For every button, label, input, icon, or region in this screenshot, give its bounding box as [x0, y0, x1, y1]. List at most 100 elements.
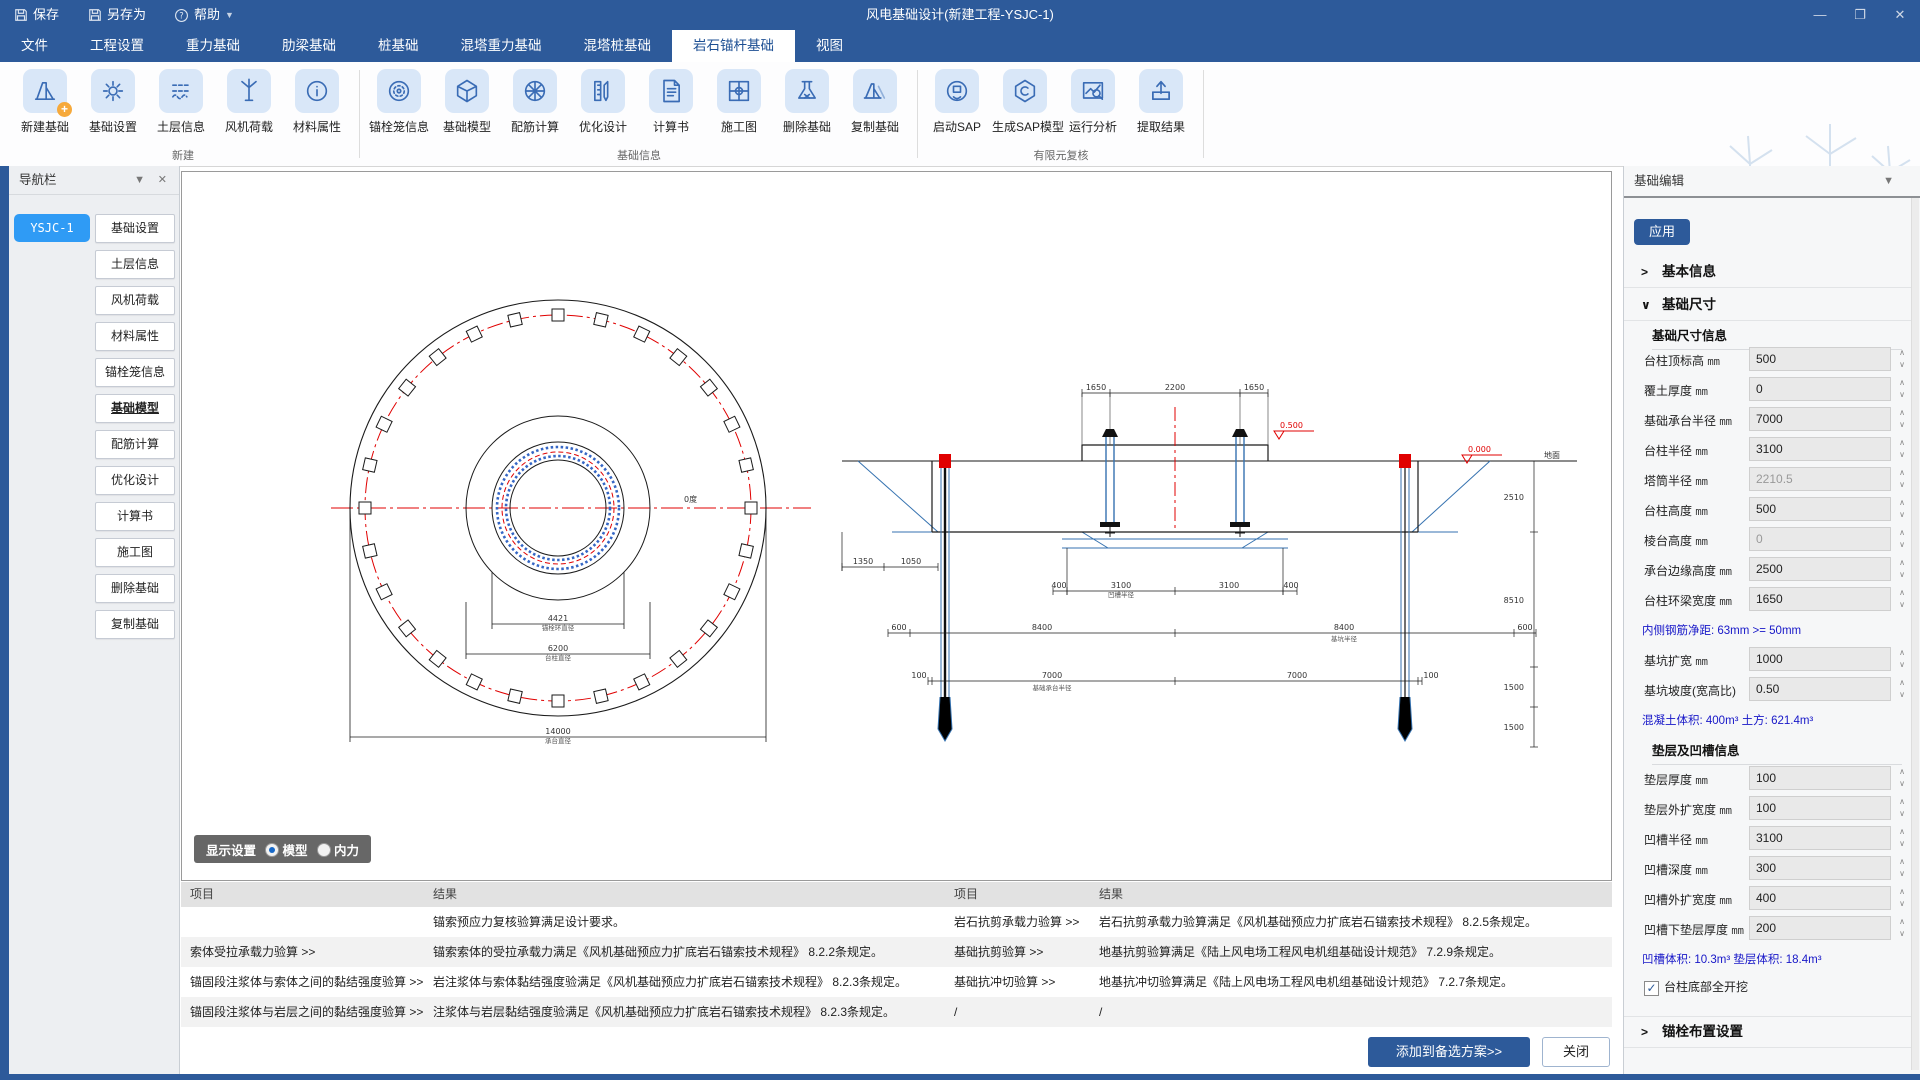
result-item-cell[interactable]: 岩石抗剪承载力验算 >> [945, 907, 1090, 937]
ribbon-button-基础模型[interactable]: 基础模型 [434, 69, 500, 135]
sidebar-item-优化设计[interactable]: 优化设计 [95, 466, 175, 495]
ribbon-button-优化设计[interactable]: 优化设计 [570, 69, 636, 135]
result-item-cell[interactable]: 索体受拉承载力验算 >> [181, 937, 424, 967]
field-input-基坑扩宽[interactable]: 1000 [1749, 647, 1891, 671]
field-input-承台边缘高度[interactable]: 2500 [1749, 557, 1891, 581]
section-foundation-dims[interactable]: ∨ 基础尺寸 [1624, 290, 1914, 321]
sidebar-item-复制基础[interactable]: 复制基础 [95, 610, 175, 639]
field-input-基础承台半径[interactable]: 7000 [1749, 407, 1891, 431]
result-item-cell[interactable]: 锚索预应力复核验算 >> [181, 907, 424, 937]
sidebar-item-锚栓笼信息[interactable]: 锚栓笼信息 [95, 358, 175, 387]
field-spinner[interactable]: ∧∨ [1896, 557, 1908, 581]
ribbon-button-施工图[interactable]: 施工图 [706, 69, 772, 135]
field-spinner[interactable]: ∧∨ [1896, 377, 1908, 401]
field-spinner[interactable]: ∧∨ [1896, 437, 1908, 461]
close-panel-icon[interactable]: ✕ [158, 166, 167, 194]
field-input-基坑坡度(宽高比)[interactable]: 0.50 [1749, 677, 1891, 701]
radio-model[interactable]: 模型 [265, 840, 308, 859]
ribbon-button-新建基础[interactable]: +新建基础 [12, 69, 78, 135]
ribbon-button-提取结果[interactable]: 提取结果 [1128, 69, 1194, 135]
sidebar-item-删除基础[interactable]: 删除基础 [95, 574, 175, 603]
project-tab[interactable]: YSJC-1 [14, 214, 90, 242]
result-item-cell[interactable]: 锚固段注浆体与岩层之间的黏结强度验算 >> [181, 997, 424, 1027]
field-spinner[interactable]: ∧∨ [1896, 826, 1908, 850]
menu-tab-岩石锚杆基础[interactable]: 岩石锚杆基础 [672, 30, 795, 62]
close-dialog-button[interactable]: 关闭 [1542, 1037, 1610, 1067]
sidebar-item-土层信息[interactable]: 土层信息 [95, 250, 175, 279]
restore-button[interactable]: ❐ [1840, 0, 1880, 30]
field-spinner[interactable]: ∧∨ [1896, 347, 1908, 371]
ribbon-button-删除基础[interactable]: 删除基础 [774, 69, 840, 135]
field-input-塔筒半径[interactable]: 2210.5 [1749, 467, 1891, 491]
field-input-凹槽深度[interactable]: 300 [1749, 856, 1891, 880]
menu-tab-视图[interactable]: 视图 [795, 30, 864, 62]
result-item-cell[interactable]: 基础抗冲切验算 >> [945, 967, 1090, 997]
ribbon-button-运行分析[interactable]: 运行分析 [1060, 69, 1126, 135]
section-anchor-layout[interactable]: > 锚栓布置设置 [1624, 1016, 1914, 1048]
field-spinner[interactable]: ∧∨ [1896, 796, 1908, 820]
menu-tab-混塔桩基础[interactable]: 混塔桩基础 [563, 30, 673, 62]
field-spinner[interactable]: ∧∨ [1896, 856, 1908, 880]
add-to-alternatives-button[interactable]: 添加到备选方案>> [1368, 1037, 1530, 1067]
ribbon-button-基础设置[interactable]: 基础设置 [80, 69, 146, 135]
field-spinner[interactable]: ∧∨ [1896, 677, 1908, 701]
sidebar-item-配筋计算[interactable]: 配筋计算 [95, 430, 175, 459]
menu-tab-桩基础[interactable]: 桩基础 [357, 30, 440, 62]
field-input-覆土厚度[interactable]: 0 [1749, 377, 1891, 401]
rebar-spacing-note: 内侧钢筋净距: 63mm >= 50mm [1642, 622, 1801, 638]
sidebar-item-风机荷载[interactable]: 风机荷载 [95, 286, 175, 315]
menu-tab-重力基础[interactable]: 重力基础 [165, 30, 261, 62]
field-spinner[interactable]: ∧∨ [1896, 916, 1908, 940]
field-input-凹槽半径[interactable]: 3100 [1749, 826, 1891, 850]
ribbon-button-计算书[interactable]: 计算书 [638, 69, 704, 135]
sidebar-item-基础模型[interactable]: 基础模型 [95, 394, 175, 423]
sidebar-item-计算书[interactable]: 计算书 [95, 502, 175, 531]
field-input-台柱环梁宽度[interactable]: 1650 [1749, 587, 1891, 611]
field-input-棱台高度[interactable]: 0 [1749, 527, 1891, 551]
ribbon-button-土层信息[interactable]: 土层信息 [148, 69, 214, 135]
field-spinner[interactable]: ∧∨ [1896, 587, 1908, 611]
field-input-台柱高度[interactable]: 500 [1749, 497, 1891, 521]
minimize-button[interactable]: — [1800, 0, 1840, 30]
menu-tab-工程设置[interactable]: 工程设置 [69, 30, 165, 62]
apply-button[interactable]: 应用 [1634, 219, 1690, 245]
field-input-台柱半径[interactable]: 3100 [1749, 437, 1891, 461]
field-input-台柱顶标高[interactable]: 500 [1749, 347, 1891, 371]
field-label-承台边缘高度: 承台边缘高度 mm [1644, 562, 1732, 579]
result-item-cell[interactable]: 基础抗剪验算 >> [945, 937, 1090, 967]
collapse-icon[interactable]: ▼ [134, 166, 145, 194]
ribbon-button-锚栓笼信息[interactable]: 锚栓笼信息 [366, 69, 432, 135]
panel-collapse-icon[interactable]: ▼ [1883, 166, 1894, 196]
field-spinner[interactable]: ∧∨ [1896, 647, 1908, 671]
field-spinner[interactable]: ∧∨ [1896, 766, 1908, 790]
result-item-cell[interactable]: / [945, 997, 1090, 1027]
ribbon-button-复制基础[interactable]: 复制基础 [842, 69, 908, 135]
panel-scrollbar[interactable] [1911, 198, 1919, 1070]
field-spinner[interactable]: ∧∨ [1896, 527, 1908, 551]
field-spinner[interactable]: ∧∨ [1896, 467, 1908, 491]
ribbon-button-生成SAP模型[interactable]: 生成SAP模型 [992, 69, 1058, 135]
sidebar-item-基础设置[interactable]: 基础设置 [95, 214, 175, 243]
result-item-cell[interactable]: 锚固段注浆体与索体之间的黏结强度验算 >> [181, 967, 424, 997]
field-spinner[interactable]: ∧∨ [1896, 497, 1908, 521]
full-excavation-checkbox[interactable]: ✓ [1644, 981, 1659, 996]
ribbon-button-启动SAP[interactable]: 启动SAP [924, 69, 990, 135]
section-basic-info[interactable]: > 基本信息 [1624, 257, 1914, 288]
field-input-垫层外扩宽度[interactable]: 100 [1749, 796, 1891, 820]
field-spinner[interactable]: ∧∨ [1896, 407, 1908, 431]
menu-tab-肋梁基础[interactable]: 肋梁基础 [261, 30, 357, 62]
close-button[interactable]: ✕ [1880, 0, 1920, 30]
ribbon-button-风机荷载[interactable]: 风机荷载 [216, 69, 282, 135]
menu-tab-混塔重力基础[interactable]: 混塔重力基础 [440, 30, 563, 62]
ribbon-button-材料属性[interactable]: 材料属性 [284, 69, 350, 135]
radio-internal-force[interactable]: 内力 [317, 840, 360, 859]
field-input-凹槽下垫层厚度[interactable]: 200 [1749, 916, 1891, 940]
field-spinner[interactable]: ∧∨ [1896, 886, 1908, 910]
ribbon-button-配筋计算[interactable]: 配筋计算 [502, 69, 568, 135]
field-input-凹槽外扩宽度[interactable]: 400 [1749, 886, 1891, 910]
menu-tab-文件[interactable]: 文件 [0, 30, 69, 62]
sidebar-item-材料属性[interactable]: 材料属性 [95, 322, 175, 351]
drawing-canvas[interactable]: 0度 4421 锚栓环直径 6200 台柱直径 14000 承台直径 [181, 171, 1612, 881]
sidebar-item-施工图[interactable]: 施工图 [95, 538, 175, 567]
field-input-垫层厚度[interactable]: 100 [1749, 766, 1891, 790]
